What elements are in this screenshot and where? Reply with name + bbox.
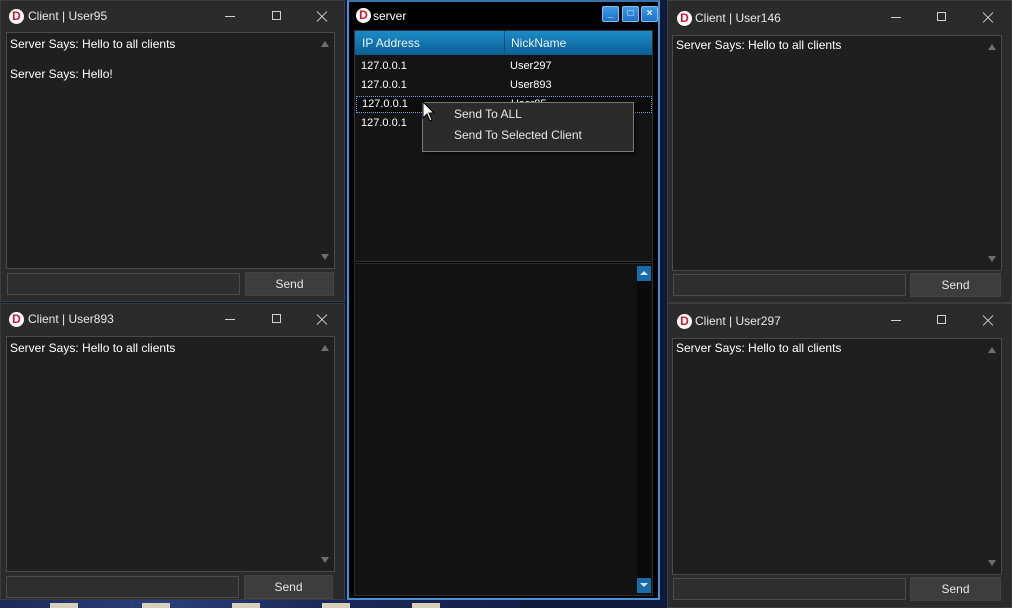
table-row[interactable]: 127.0.0.1 User297	[355, 58, 654, 75]
send-button[interactable]: Send	[910, 577, 1001, 601]
minimize-icon[interactable]	[884, 6, 908, 28]
chat-log[interactable]: Server Says: Hello to all clients	[672, 338, 1002, 575]
scroll-up-icon[interactable]	[988, 347, 996, 353]
scroll-down-icon[interactable]	[321, 557, 329, 563]
chat-message: Server Says: Hello to all clients	[676, 341, 842, 355]
window-title: Client | User146	[695, 11, 781, 25]
scroll-up-icon[interactable]	[321, 41, 329, 47]
minimize-icon[interactable]	[884, 309, 908, 331]
app-logo-icon	[9, 312, 24, 327]
window-title: Client | User95	[28, 9, 108, 23]
column-header-nickname[interactable]: NickName	[511, 36, 566, 50]
scroll-up-icon[interactable]	[321, 345, 329, 351]
titlebar[interactable]: Client | User95	[1, 1, 344, 31]
minimize-icon[interactable]	[218, 5, 242, 27]
app-logo-icon	[677, 11, 692, 26]
column-header-ip[interactable]: IP Address	[362, 36, 420, 50]
message-input[interactable]	[673, 578, 906, 600]
scroll-down-icon[interactable]	[988, 560, 996, 566]
taskbar-thumbnail	[322, 603, 350, 608]
client-window-user893: Client | User893 Server Says: Hello to a…	[0, 303, 345, 600]
window-title: server	[373, 9, 407, 23]
menu-item-send-to-all[interactable]: Send To ALL	[454, 107, 522, 121]
maximize-icon[interactable]: □	[622, 6, 639, 22]
taskbar-thumbnail	[142, 603, 170, 608]
cell-ip: 127.0.0.1	[361, 117, 407, 129]
close-icon[interactable]	[310, 308, 334, 330]
chat-log[interactable]: Server Says: Hello to all clients	[672, 35, 1002, 271]
close-icon[interactable]	[976, 309, 1000, 331]
window-title: Client | User893	[28, 312, 114, 326]
chat-message: Server Says: Hello to all clients	[10, 341, 176, 355]
app-logo-icon	[677, 314, 692, 329]
scroll-down-icon[interactable]	[637, 578, 651, 593]
window-title: Client | User297	[695, 314, 781, 328]
scrollbar[interactable]	[637, 266, 651, 593]
minimize-icon[interactable]	[218, 308, 242, 330]
list-header: IP Address NickName	[355, 31, 652, 55]
cell-nickname: User297	[510, 60, 552, 72]
client-window-user146: Client | User146 Server Says: Hello to a…	[667, 0, 1012, 303]
cell-ip: 127.0.0.1	[361, 79, 407, 91]
close-icon[interactable]	[976, 6, 1000, 28]
context-menu: Send To ALL Send To Selected Client	[422, 102, 634, 152]
send-button[interactable]: Send	[910, 273, 1001, 297]
message-input[interactable]	[7, 273, 240, 295]
app-logo-icon	[356, 8, 371, 23]
close-icon[interactable]: ×	[641, 6, 658, 22]
minimize-icon[interactable]: _	[602, 6, 619, 22]
taskbar-thumbnail	[412, 603, 440, 608]
server-log[interactable]	[354, 263, 653, 596]
desktop-background	[0, 600, 520, 608]
column-divider[interactable]	[504, 31, 505, 55]
message-input[interactable]	[6, 576, 239, 598]
app-logo-icon	[9, 9, 24, 24]
chat-message: Server Says: Hello to all clients	[10, 37, 176, 51]
chat-log[interactable]: Server Says: Hello to all clients	[6, 336, 335, 572]
cell-ip: 127.0.0.1	[362, 98, 408, 110]
scroll-down-icon[interactable]	[988, 256, 996, 262]
scroll-down-icon[interactable]	[321, 254, 329, 260]
taskbar-thumbnail	[232, 603, 260, 608]
mouse-cursor-icon	[422, 101, 436, 122]
menu-item-send-to-selected[interactable]: Send To Selected Client	[454, 128, 582, 142]
table-row[interactable]: 127.0.0.1 User893	[355, 77, 654, 94]
client-window-user297: Client | User297 Server Says: Hello to a…	[667, 303, 1012, 608]
client-window-user95: Client | User95 Server Says: Hello to al…	[0, 0, 345, 302]
scroll-up-icon[interactable]	[988, 44, 996, 50]
cell-nickname: User893	[510, 79, 552, 91]
chat-message: Server Says: Hello!	[10, 67, 113, 81]
maximize-icon[interactable]	[265, 5, 289, 27]
close-icon[interactable]	[310, 5, 334, 27]
send-button[interactable]: Send	[245, 272, 334, 296]
scroll-up-icon[interactable]	[637, 266, 651, 281]
message-input[interactable]	[673, 274, 906, 296]
cell-ip: 127.0.0.1	[361, 60, 407, 72]
server-window: server _ □ × IP Address NickName 127.0.0…	[347, 0, 660, 600]
titlebar[interactable]: Client | User893	[1, 304, 344, 334]
chat-log[interactable]: Server Says: Hello to all clients Server…	[6, 32, 335, 269]
maximize-icon[interactable]	[265, 308, 289, 330]
maximize-icon[interactable]	[930, 309, 954, 331]
taskbar-thumbnail	[50, 603, 78, 608]
chat-message: Server Says: Hello to all clients	[676, 38, 842, 52]
titlebar[interactable]: Client | User146	[668, 1, 1011, 31]
maximize-icon[interactable]	[930, 6, 954, 28]
send-button[interactable]: Send	[244, 575, 333, 599]
titlebar[interactable]: Client | User297	[668, 304, 1011, 334]
